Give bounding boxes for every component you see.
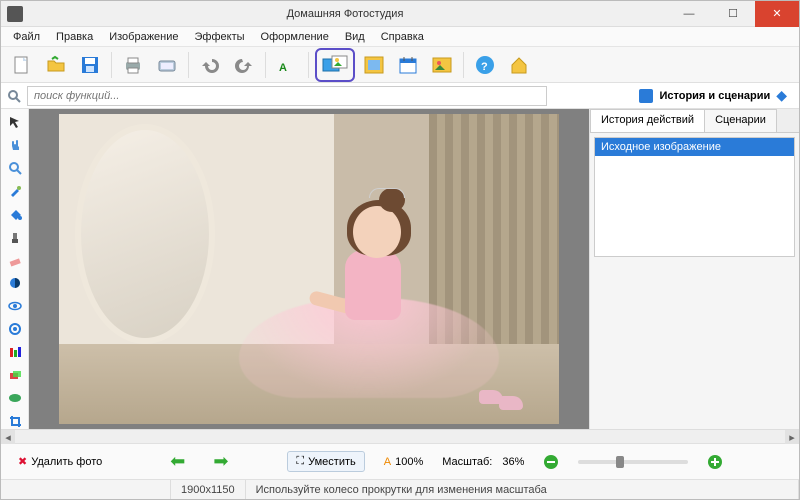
tab-scenarios[interactable]: Сценарии xyxy=(704,109,777,132)
crop-tool[interactable] xyxy=(5,412,25,429)
main-toolbar: A ? xyxy=(1,47,799,83)
status-dimensions: 1900x1150 xyxy=(171,480,246,499)
delete-photo-button[interactable]: ✖ Удалить фото xyxy=(9,451,111,472)
zoom-in-button[interactable] xyxy=(698,450,732,474)
tab-history[interactable]: История действий xyxy=(590,109,705,132)
svg-text:A: A xyxy=(279,62,287,74)
pin-panel-button[interactable]: ◆ xyxy=(776,87,787,104)
window-title: Домашняя Фотостудия xyxy=(23,8,667,20)
zoom-slider-thumb[interactable] xyxy=(616,456,624,468)
text-button[interactable]: A xyxy=(272,50,302,80)
canvas-area[interactable] xyxy=(29,109,589,429)
history-panel-icon xyxy=(639,89,653,103)
delete-icon: ✖ xyxy=(18,455,27,468)
scroll-left-button[interactable]: ◂ xyxy=(1,430,15,444)
history-panel-title: История и сценарии xyxy=(659,90,770,102)
text-a-icon: A xyxy=(384,456,391,468)
arrow-left-icon: ⬅ xyxy=(170,451,185,472)
app-icon xyxy=(7,6,23,22)
scale-value: 36% xyxy=(502,456,524,468)
redo-button[interactable] xyxy=(229,50,259,80)
search-icon xyxy=(5,87,23,105)
arrow-right-icon: ➡ xyxy=(213,451,228,472)
menu-help[interactable]: Справка xyxy=(373,29,432,45)
canvas-scrollbar-horizontal[interactable]: ◂ ▸ xyxy=(1,429,799,443)
menu-decoration[interactable]: Оформление xyxy=(253,29,337,45)
undo-button[interactable] xyxy=(195,50,225,80)
fit-icon: ⛶ xyxy=(296,455,304,468)
calendar-button[interactable] xyxy=(393,50,423,80)
tools-sidebar xyxy=(1,109,29,429)
menubar: Файл Правка Изображение Эффекты Оформлен… xyxy=(1,27,799,47)
status-hint: Используйте колесо прокрутки для изменен… xyxy=(246,480,799,499)
next-photo-button[interactable]: ➡ xyxy=(204,447,237,476)
fill-tool[interactable] xyxy=(5,205,25,222)
right-panel: История действий Сценарии Исходное изобр… xyxy=(589,109,799,429)
zoom-100-label: 100% xyxy=(395,456,423,468)
minimize-button[interactable]: — xyxy=(667,1,711,27)
menu-effects[interactable]: Эффекты xyxy=(187,29,253,45)
stamp-tool[interactable] xyxy=(5,228,25,245)
zoom-slider[interactable] xyxy=(578,460,688,464)
sharpen-tool[interactable] xyxy=(5,320,25,337)
healing-tool[interactable] xyxy=(5,389,25,406)
new-file-button[interactable] xyxy=(7,50,37,80)
status-bar: 1900x1150 Используйте колесо прокрутки д… xyxy=(1,479,799,499)
close-button[interactable]: ✕ xyxy=(755,1,799,27)
layers-tool[interactable] xyxy=(5,366,25,383)
zoom-out-button[interactable] xyxy=(534,450,568,474)
menu-edit[interactable]: Правка xyxy=(48,29,101,45)
print-button[interactable] xyxy=(118,50,148,80)
prev-photo-button[interactable]: ⬅ xyxy=(161,447,194,476)
frame-button[interactable] xyxy=(359,50,389,80)
eraser-tool[interactable] xyxy=(5,251,25,268)
postcard-button[interactable] xyxy=(427,50,457,80)
scroll-right-button[interactable]: ▸ xyxy=(785,430,799,444)
open-button[interactable] xyxy=(41,50,71,80)
combine-photos-button[interactable] xyxy=(315,48,355,82)
menu-file[interactable]: Файл xyxy=(5,29,48,45)
scan-button[interactable] xyxy=(152,50,182,80)
save-button[interactable] xyxy=(75,50,105,80)
fit-to-screen-button[interactable]: ⛶ Уместить xyxy=(287,451,364,472)
pointer-tool[interactable] xyxy=(5,113,25,130)
hand-tool[interactable] xyxy=(5,136,25,153)
bottom-toolbar: ✖ Удалить фото ⬅ ➡ ⛶ Уместить A 100% Мас… xyxy=(1,443,799,479)
levels-tool[interactable] xyxy=(5,343,25,360)
history-item-original[interactable]: Исходное изображение xyxy=(595,138,794,156)
zoom-tool[interactable] xyxy=(5,159,25,176)
image-preview xyxy=(59,114,559,424)
help-button[interactable]: ? xyxy=(470,50,500,80)
home-button[interactable] xyxy=(504,50,534,80)
maximize-button[interactable]: ☐ xyxy=(711,1,755,27)
delete-photo-label: Удалить фото xyxy=(31,456,102,468)
zoom-100-button[interactable]: A 100% xyxy=(375,452,432,472)
eye-tool[interactable] xyxy=(5,297,25,314)
menu-image[interactable]: Изображение xyxy=(101,29,186,45)
svg-text:?: ? xyxy=(481,61,488,73)
fit-label: Уместить xyxy=(308,456,356,468)
contrast-tool[interactable] xyxy=(5,274,25,291)
brush-tool[interactable] xyxy=(5,182,25,199)
function-search-input[interactable] xyxy=(27,86,547,106)
scale-label: Масштаб: xyxy=(442,456,492,468)
menu-view[interactable]: Вид xyxy=(337,29,373,45)
history-list[interactable]: Исходное изображение xyxy=(594,137,795,257)
